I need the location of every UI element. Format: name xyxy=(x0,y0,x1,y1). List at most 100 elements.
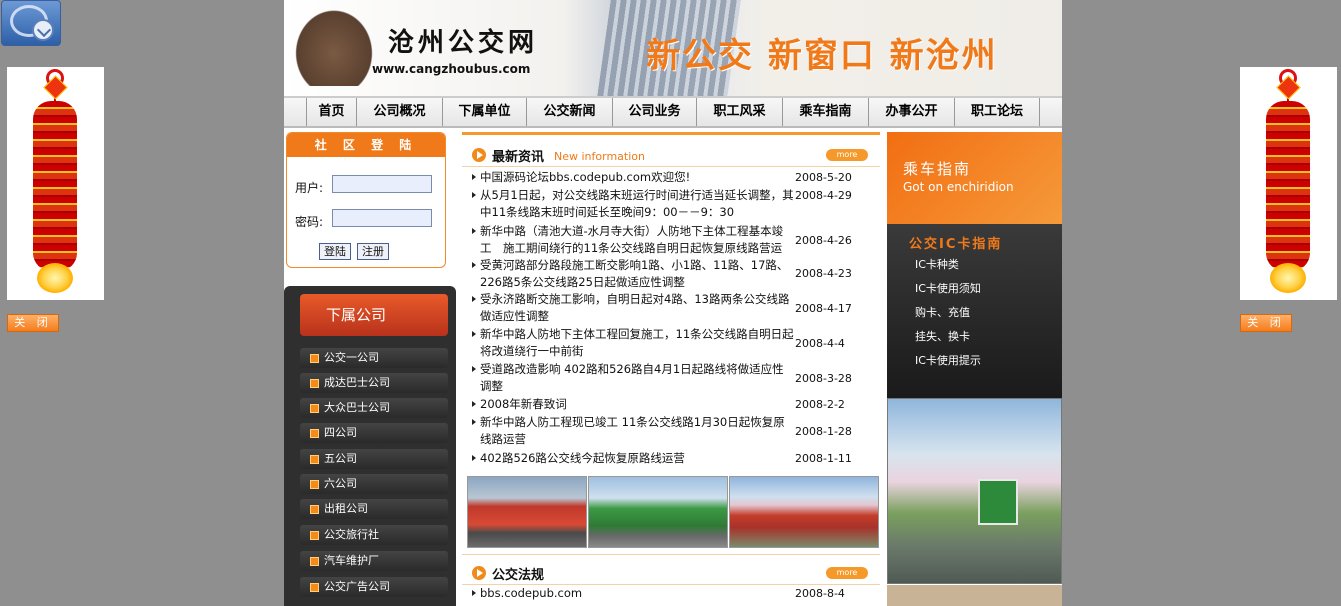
news-item-date: 2008-1-11 xyxy=(795,452,852,465)
subsidiaries-panel: 下属公司 公交一公司 成达巴士公司 大众巴士公司 四公司 五公司 六公司 出租公… xyxy=(284,286,456,606)
nav-bus-news[interactable]: 公交新闻 xyxy=(526,98,612,126)
bus-fleet-photo xyxy=(467,476,587,548)
nav-subsidiaries[interactable]: 下属单位 xyxy=(442,98,526,126)
nav-home[interactable]: 首页 xyxy=(306,98,356,126)
subsidiary-item[interactable]: 大众巴士公司 xyxy=(300,398,448,418)
law-item-title[interactable]: bbs.codepub.com xyxy=(464,585,794,602)
news-subtitle: New information xyxy=(554,150,645,163)
news-item-title[interactable]: 中国源码论坛bbs.codepub.com欢迎您! xyxy=(464,169,794,186)
news-item-date: 2008-4-26 xyxy=(795,234,852,247)
latest-news-panel: 最新资讯 New information more 中国源码论坛bbs.code… xyxy=(462,132,880,470)
username-input[interactable] xyxy=(332,175,432,193)
ic-card-guide-panel: 公交IC卡指南 IC卡种类 IC卡使用须知 购卡、充值 挂失、换卡 IC卡使用提… xyxy=(887,224,1062,398)
law-header: 公交法规 more xyxy=(462,559,880,585)
register-button[interactable]: 注册 xyxy=(357,243,389,260)
news-item-date: 2008-4-4 xyxy=(795,337,845,350)
main-page: 沧州公交网 www.cangzhoubus.com 新公交 新窗口 新沧州 首页… xyxy=(284,0,1062,606)
nav-ride-guide[interactable]: 乘车指南 xyxy=(782,98,868,126)
subsidiary-item[interactable]: 四公司 xyxy=(300,423,448,443)
subsidiary-item[interactable]: 出租公司 xyxy=(300,499,448,519)
news-item-title[interactable]: 新华中路人防工程现已竣工 11条公交线路1月30日起恢复原线路运营 xyxy=(464,414,794,448)
news-item: 2008年新春致词 2008-2-2 xyxy=(462,396,880,414)
subsidiaries-title: 下属公司 xyxy=(300,294,448,336)
news-item-title[interactable]: 402路526路公交线今起恢复原路线运营 xyxy=(464,450,794,467)
news-item: 中国源码论坛bbs.codepub.com欢迎您! 2008-5-20 xyxy=(462,169,880,187)
nav-forum[interactable]: 职工论坛 xyxy=(954,98,1040,126)
subsidiary-item[interactable]: 公交旅行社 xyxy=(300,525,448,545)
law-item: bbs.codepub.com 2008-8-4 xyxy=(462,585,880,603)
app-shortcut-icon[interactable] xyxy=(1,0,61,46)
subsidiary-item[interactable]: 汽车维护厂 xyxy=(300,551,448,571)
site-logo-text: 沧州公交网 xyxy=(388,28,539,58)
news-item-title[interactable]: 受道路改造影响 402路和526路自4月1日起路线将做适应性调整 xyxy=(464,361,794,395)
news-item: 新华中路人防工程现已竣工 11条公交线路1月30日起恢复原线路运营 2008-1-… xyxy=(462,414,880,450)
site-url: www.cangzhoubus.com xyxy=(372,62,531,76)
nav-public-affairs[interactable]: 办事公开 xyxy=(868,98,954,126)
close-right-decoration-button[interactable]: 关 闭 xyxy=(1240,314,1292,332)
news-more-button[interactable]: more xyxy=(826,149,868,161)
news-header: 最新资讯 New information more xyxy=(462,141,880,167)
news-item-title[interactable]: 受黄河路部分路段施工断交影响1路、小1路、11路、17路、226路5条公交线路2… xyxy=(464,257,794,291)
community-login-box: 社 区 登 陆 用户: 密码: 登陆 注册 xyxy=(286,132,446,268)
news-item: 402路526路公交线今起恢复原路线运营 2008-1-11 xyxy=(462,450,880,468)
news-item-title[interactable]: 受永济路断交施工影响，自明日起对4路、13路两条公交线路做适应性调整 xyxy=(464,291,794,325)
news-item-date: 2008-4-17 xyxy=(795,302,852,315)
site-slogan: 新公交 新窗口 新沧州 xyxy=(646,36,998,76)
login-button[interactable]: 登陆 xyxy=(319,243,351,260)
ride-guide-title: 乘车指南 xyxy=(903,160,972,178)
news-item: 从5月1日起，对公交线路末班运行时间进行适当延长调整，其中11条线路末班时间延长… xyxy=(462,187,880,223)
header-banner: 沧州公交网 www.cangzhoubus.com 新公交 新窗口 新沧州 xyxy=(284,0,1062,96)
news-item-date: 2008-1-28 xyxy=(795,425,852,438)
news-item-date: 2008-2-2 xyxy=(795,398,845,411)
news-item: 新华中路（清池大道-水月寺大街）人防地下主体工程基本竣工 施工期间绕行的11条公… xyxy=(462,223,880,257)
news-item-title[interactable]: 新华中路（清池大道-水月寺大街）人防地下主体工程基本竣工 施工期间绕行的11条公… xyxy=(464,223,794,257)
news-item: 受永济路断交施工影响，自明日起对4路、13路两条公交线路做适应性调整 2008-4… xyxy=(462,291,880,326)
play-bullet-icon xyxy=(472,148,486,162)
news-item: 新华中路人防地下主体工程回复施工，11条公交线路自明日起将改道绕行一中前街 200… xyxy=(462,326,880,361)
username-label: 用户: xyxy=(295,181,324,195)
password-label: 密码: xyxy=(295,215,324,229)
news-item: 受道路改造影响 402路和526路自4月1日起路线将做适应性调整 2008-3-2… xyxy=(462,361,880,396)
news-list: 中国源码论坛bbs.codepub.com欢迎您! 2008-5-20 从5月1日… xyxy=(462,169,880,468)
login-title: 社 区 登 陆 xyxy=(287,133,445,157)
law-item-date: 2008-8-4 xyxy=(795,587,845,600)
bus-regulations-panel: 公交法规 more bbs.codepub.com 2008-8-4 xyxy=(462,554,880,606)
news-item-date: 2008-3-28 xyxy=(795,372,852,385)
subsidiary-item[interactable]: 五公司 xyxy=(300,449,448,469)
news-title: 最新资讯 xyxy=(492,150,545,165)
news-item-date: 2008-4-29 xyxy=(795,189,852,202)
ic-card-item[interactable]: IC卡使用须知 xyxy=(915,280,981,296)
password-input[interactable] xyxy=(332,209,432,227)
nav-staff[interactable]: 职工风采 xyxy=(696,98,782,126)
main-nav: 首页 公司概况 下属单位 公交新闻 公司业务 职工风采 乘车指南 办事公开 职工… xyxy=(284,96,1062,128)
subsidiary-item[interactable]: 公交广告公司 xyxy=(300,577,448,597)
ride-guide-banner[interactable]: 乘车指南 Got on enchiridion xyxy=(887,132,1062,224)
subsidiary-item[interactable]: 公交一公司 xyxy=(300,348,448,368)
news-item-title[interactable]: 新华中路人防地下主体工程回复施工，11条公交线路自明日起将改道绕行一中前街 xyxy=(464,326,794,360)
law-title: 公交法规 xyxy=(492,568,545,583)
nav-company-overview[interactable]: 公司概况 xyxy=(356,98,442,126)
iron-lion-logo-image xyxy=(290,4,378,86)
subsidiary-item[interactable]: 成达巴士公司 xyxy=(300,373,448,393)
law-more-button[interactable]: more xyxy=(826,567,868,579)
ic-card-item[interactable]: 挂失、换卡 xyxy=(915,328,970,344)
green-bus-photo xyxy=(588,476,728,548)
news-item-title[interactable]: 从5月1日起，对公交线路末班运行时间进行适当延长调整，其中11条线路末班时间延长… xyxy=(464,187,794,221)
news-item: 受黄河路部分路段施工断交影响1路、小1路、11路、17路、226路5条公交线路2… xyxy=(462,257,880,291)
news-item-title[interactable]: 2008年新春致词 xyxy=(464,396,794,413)
firecracker-decoration-left xyxy=(7,67,104,300)
side-photo-caption-strip xyxy=(887,585,1062,606)
subsidiary-item[interactable]: 六公司 xyxy=(300,474,448,494)
news-item-date: 2008-5-20 xyxy=(795,171,852,184)
firecracker-decoration-right xyxy=(1240,67,1337,300)
close-left-decoration-button[interactable]: 关 闭 xyxy=(7,314,59,332)
ride-guide-subtitle: Got on enchiridion xyxy=(903,180,1014,194)
red-buses-photo xyxy=(729,476,879,548)
ic-card-title: 公交IC卡指南 xyxy=(909,237,1003,252)
news-item-date: 2008-4-23 xyxy=(795,267,852,280)
play-bullet-icon xyxy=(472,566,486,580)
ic-card-item[interactable]: IC卡使用提示 xyxy=(915,352,981,368)
nav-business[interactable]: 公司业务 xyxy=(612,98,696,126)
ic-card-item[interactable]: IC卡种类 xyxy=(915,256,959,272)
ic-card-item[interactable]: 购卡、充值 xyxy=(915,304,970,320)
